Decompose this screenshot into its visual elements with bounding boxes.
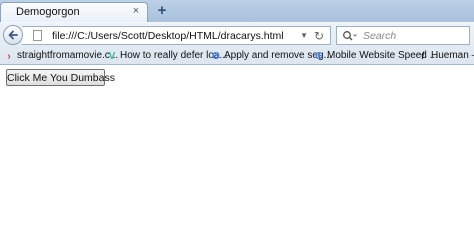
reload-icon[interactable]: ↻ [314, 29, 324, 43]
browser-window: Demogorgon × + file:///C:/Users/Scott/De… [0, 0, 474, 247]
google-icon: G [212, 51, 220, 62]
url-text[interactable]: file:///C:/Users/Scott/Desktop/HTML/drac… [52, 30, 284, 42]
bookmark-item[interactable]: › straightfromamovie.c... [4, 50, 118, 63]
back-button[interactable] [3, 25, 23, 45]
tab-strip: Demogorgon × + [0, 0, 474, 22]
tab-demogorgon[interactable]: Demogorgon × [0, 2, 148, 22]
bookmark-label: Hueman – [431, 50, 474, 61]
bookmarks-bar: › straightfromamovie.c... V How to really … [0, 47, 474, 65]
hueman-icon: / [421, 51, 425, 62]
page-content: Click Me You Dumbass [0, 65, 474, 247]
search-placeholder: Search [363, 30, 397, 42]
v-logo-icon: V [108, 51, 116, 62]
google-icon: G [315, 51, 323, 62]
search-bar[interactable]: Search [336, 26, 470, 45]
close-icon[interactable]: × [130, 5, 142, 17]
bookmark-item[interactable]: / Hueman – [418, 50, 474, 63]
bookmark-label: straightfromamovie.c... [17, 50, 119, 61]
search-icon [343, 31, 357, 41]
navigation-bar: file:///C:/Users/Scott/Desktop/HTML/drac… [0, 22, 474, 48]
new-tab-icon[interactable]: + [154, 3, 170, 19]
back-arrow-icon [8, 30, 18, 40]
bookmark-item[interactable]: V How to really defer loa... [107, 50, 228, 63]
chevron-down-icon[interactable]: ▼ [300, 31, 308, 40]
tab-title: Demogorgon [16, 6, 80, 18]
click-me-button[interactable]: Click Me You Dumbass [6, 69, 115, 86]
address-bar[interactable]: file:///C:/Users/Scott/Desktop/HTML/drac… [22, 26, 331, 45]
red-chevron-icon: › [7, 51, 11, 62]
page-icon [33, 30, 42, 41]
